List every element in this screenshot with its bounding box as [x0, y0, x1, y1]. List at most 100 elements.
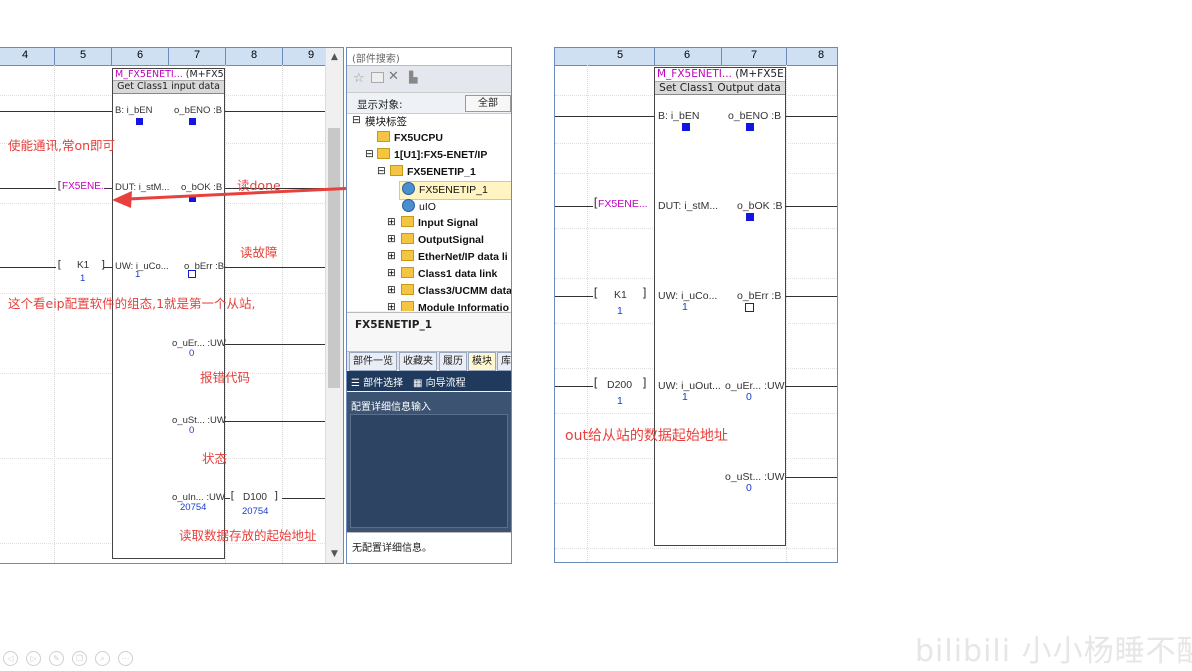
tree-item-class1[interactable]: Class1 data link [401, 267, 497, 280]
tree-item-fx5ucpu[interactable]: FX5UCPU [377, 131, 443, 144]
ladder-editor-left[interactable]: 4 5 6 7 8 9 M_FX5ENETI... (M+FX5E... Get… [0, 47, 344, 564]
pin-o-ust: o_uSt... :UW [172, 415, 226, 426]
tree-item-fx5enetip[interactable]: FX5ENETIP_1 [390, 165, 476, 178]
copy-icon[interactable]: ❐ [72, 651, 87, 666]
folder-icon [377, 148, 390, 159]
tab-parts-list[interactable]: 部件一览 [349, 352, 397, 371]
folder-icon [401, 250, 414, 261]
tree-item-input-signal[interactable]: Input Signal [401, 216, 478, 229]
folder-icon[interactable] [371, 72, 384, 83]
annotation-enable: 使能通讯,常on即可 [8, 138, 116, 153]
operand-bracket: ] [641, 376, 649, 390]
pin-value: 20754 [180, 502, 207, 513]
bit-state-indicator [189, 195, 196, 202]
tree-expander[interactable]: ⊞ [387, 284, 396, 296]
column-label: 6 [136, 49, 144, 61]
operand-bracket: ] [641, 286, 649, 300]
bit-state-indicator [746, 213, 754, 221]
tree-item-output-signal[interactable]: OutputSignal [401, 233, 484, 246]
tab-history[interactable]: 履历 [439, 352, 467, 371]
operand-value: 20754 [242, 506, 269, 517]
parts-panel[interactable]: (部件搜索) ☆ ✕ ▙ 显示对象: 全部 ⊟ 模块标签 FX5UCPU ⊟ 1… [346, 47, 512, 564]
tree-item-class3[interactable]: Class3/UCMM data [401, 284, 511, 297]
detail-footer: 无配置详细信息。 [352, 543, 432, 554]
display-select[interactable]: 全部 [465, 95, 511, 112]
pin-value: 0 [746, 391, 752, 403]
pin-o-uer: o_uEr... :UW [172, 338, 226, 349]
fb-description: Set Class1 Output data [655, 81, 785, 95]
tree-expander[interactable]: ⊞ [387, 267, 396, 279]
column-label: 6 [683, 49, 691, 61]
column-label: 5 [616, 49, 624, 61]
scroll-thumb[interactable] [328, 128, 340, 388]
zoom-icon[interactable]: ⌕ [95, 651, 110, 666]
tree-expander[interactable]: ⊟ [377, 165, 386, 177]
constant-k1[interactable]: K1 [77, 260, 89, 271]
function-block-icon [402, 182, 415, 195]
tab-module[interactable]: 模块 [468, 352, 496, 371]
parts-search-input[interactable]: (部件搜索) [352, 50, 400, 65]
pin-i-uco: UW: i_uCo... [115, 261, 169, 272]
bit-state-indicator [682, 123, 690, 131]
pin-o-bok: o_bOK :B [737, 200, 783, 212]
pin-value: 0 [746, 482, 752, 494]
pin-o-beno: o_bENO :B [174, 105, 223, 116]
pin-o-ust: o_uSt... :UW [725, 471, 785, 483]
prev-icon[interactable]: ◁ [3, 651, 18, 666]
scroll-up-arrow[interactable]: ▲ [328, 51, 341, 63]
annotation-out-start-addr: out给从站的数据起始地址 [565, 428, 728, 444]
more-icon[interactable]: ⋯ [118, 651, 133, 666]
column-label: 5 [79, 49, 87, 61]
tree-item-fx5enetip-fb[interactable]: FX5ENETIP_1 [402, 182, 488, 196]
operand-bracket: [ [592, 286, 600, 300]
tab-favorites[interactable]: 收藏夹 [399, 352, 437, 371]
close-icon[interactable]: ✕ [388, 69, 399, 84]
fb-name: M_FX5ENETI... [657, 68, 732, 80]
pin-value: 1 [682, 301, 688, 313]
constant-k1[interactable]: K1 [614, 289, 627, 301]
tree-item-module-label[interactable]: 模块标签 [365, 114, 407, 129]
chart-icon[interactable]: ▙ [409, 71, 417, 84]
device-d100[interactable]: D100 [243, 492, 267, 503]
annotation-status: 状态 [202, 451, 228, 466]
pin-o-berr: o_bErr :B [737, 290, 782, 302]
operand-bracket: [ [592, 376, 600, 390]
pin-o-bok: o_bOK :B [181, 182, 223, 193]
tree-expander[interactable]: ⊞ [387, 233, 396, 245]
pin-i-stm: DUT: i_stM... [658, 200, 719, 212]
fb-title: M_FX5ENETI... (M+FX5E... [113, 69, 224, 80]
annotation-station: 这个看eip配置软件的组态,1就是第一个从站, [8, 296, 256, 311]
bit-state-indicator [189, 118, 196, 125]
pin-o-uer: o_uEr... :UW [725, 380, 785, 392]
operand-value: 1 [617, 305, 623, 317]
device-d200[interactable]: D200 [607, 379, 632, 391]
tree-expander[interactable]: ⊞ [387, 301, 396, 311]
folder-icon [377, 131, 390, 142]
folder-icon [401, 267, 414, 278]
operand-value: 1 [617, 395, 623, 407]
favorite-icon[interactable]: ☆ [353, 71, 365, 86]
tree-item-uio[interactable]: uIO [402, 199, 436, 213]
tree-item-fx5-enet[interactable]: 1[U1]:FX5-ENET/IP [377, 148, 487, 161]
tab-library[interactable]: 库 [497, 352, 511, 371]
column-label: 4 [21, 49, 29, 61]
tree-expander[interactable]: ⊟ [365, 148, 374, 160]
tree-expander[interactable]: ⊞ [387, 216, 396, 228]
dut-operand[interactable]: FX5ENE... [598, 198, 648, 210]
tree-item-module-info[interactable]: Module Informatio [401, 301, 509, 311]
vertical-scrollbar[interactable]: ▲ ▼ [325, 48, 343, 563]
column-label: 8 [817, 49, 825, 61]
pen-icon[interactable]: ✎ [49, 651, 64, 666]
module-tree[interactable]: ⊟ 模块标签 FX5UCPU ⊟ 1[U1]:FX5-ENET/IP ⊟ FX5… [347, 114, 511, 311]
ladder-editor-right[interactable]: 5 6 7 8 M_FX5ENETI... (M+FX5E... Set Cla… [554, 47, 838, 563]
play-icon[interactable]: ▷ [26, 651, 41, 666]
dut-operand[interactable]: FX5ENE... [62, 181, 109, 192]
scroll-down-arrow[interactable]: ▼ [328, 548, 341, 560]
function-block-get-class1[interactable]: M_FX5ENETI... (M+FX5E... Get Class1 inpu… [112, 68, 225, 559]
subtab-part-select[interactable]: ☰ 部件选择 [351, 374, 403, 389]
subtab-wizard[interactable]: ▦ 向导流程 [413, 374, 466, 389]
tree-expander[interactable]: ⊞ [387, 250, 396, 262]
tree-item-ethernet-ip[interactable]: EtherNet/IP data li [401, 250, 508, 263]
tree-expander[interactable]: ⊟ [352, 114, 361, 126]
fb-name: M_FX5ENETI... [115, 69, 183, 80]
